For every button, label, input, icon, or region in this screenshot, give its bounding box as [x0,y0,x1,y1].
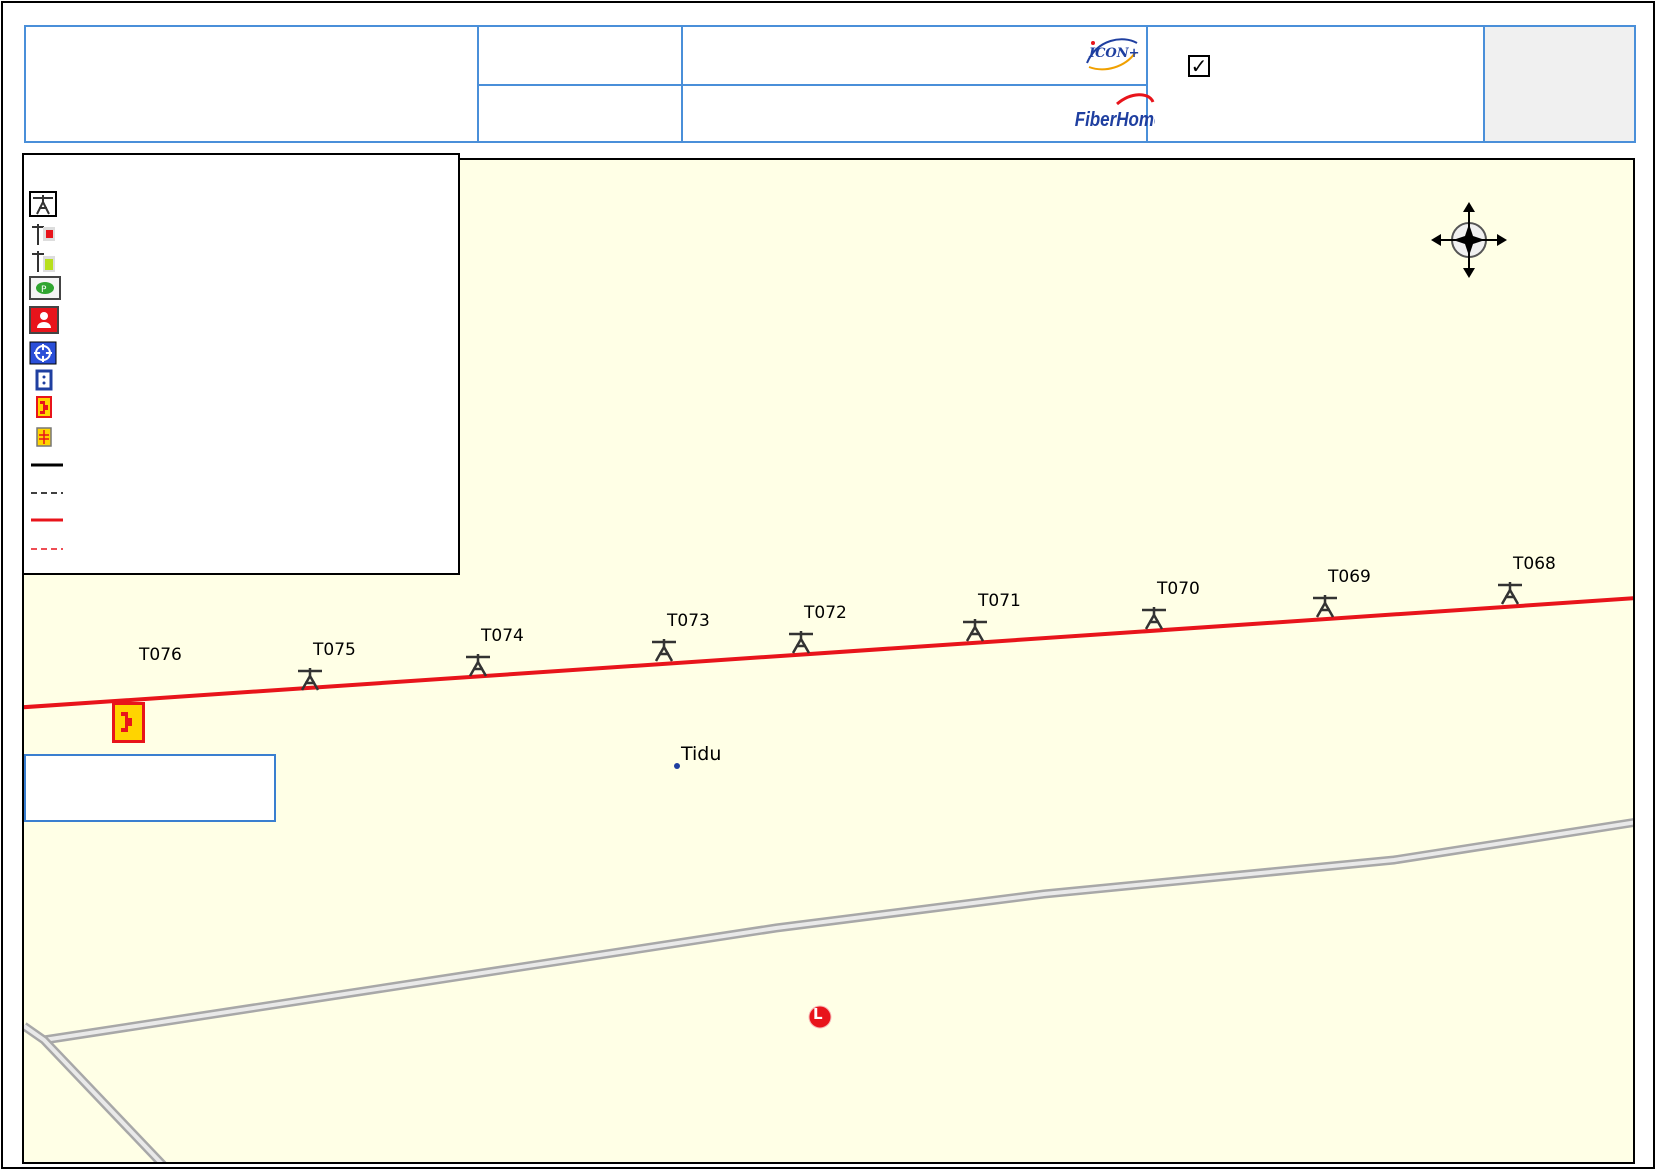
tidu-point [674,763,680,769]
title-cell-2-top [479,27,683,86]
compass-rose-icon [1431,202,1507,278]
title-cell-main [26,27,479,141]
place-label-tidu: Tidu [681,743,722,765]
pole-green-box-icon [32,251,55,272]
black-dashed-line-icon [31,492,63,494]
icon-plus-logo: ICON+ [1086,38,1140,71]
legend-panel: P [22,153,460,575]
tower-symbol-icon[interactable] [962,619,988,643]
green-oval-marker-icon: P [29,276,61,300]
tower-symbol-icon[interactable] [297,668,323,692]
red-person-marker-icon [29,306,59,334]
tower-symbol-icon[interactable] [1141,607,1167,631]
title-block: ICON+ FiberHome [24,25,1636,143]
landmark-l-letter: L [813,1005,823,1023]
black-solid-line-icon [31,463,63,467]
joint-box-marker[interactable] [112,702,145,743]
tower-label: T076 [139,645,182,665]
tower-symbol-icon[interactable] [465,654,491,678]
red-yellow-joint-box-icon [36,396,52,418]
joint-box-glyph-icon [121,712,132,732]
tower-symbol-icon[interactable] [651,639,677,663]
blue-target-marker-icon [29,341,57,365]
tower-symbol-icon[interactable] [1312,595,1338,619]
yellow-grid-box-icon [36,427,52,447]
tower-label: T073 [667,611,710,631]
svg-text:FiberHome: FiberHome [1075,108,1155,131]
blue-square-marker-icon [35,369,53,391]
title-cell-3-top: ICON+ [683,27,1148,86]
tower-label: T070 [1157,579,1200,599]
svg-text:P: P [41,285,47,295]
info-box [24,754,276,822]
pole-red-box-icon [32,224,55,245]
map-sheet: ICON+ FiberHome ✓ T076 T075 T074 T073 T0… [0,0,1656,1171]
svg-text:ICON+: ICON+ [1088,46,1140,61]
title-cell-5 [1485,27,1634,141]
tower-label: T068 [1513,554,1556,574]
road-branch [24,1022,167,1162]
title-cell-2-bottom [479,86,683,141]
tower-symbol-icon[interactable] [1497,582,1523,606]
tower-label: T075 [313,640,356,660]
title-cell-4 [1148,27,1485,141]
tower-label: T069 [1328,567,1371,587]
road-main [43,818,1633,1045]
tower-label: T074 [481,626,524,646]
tower-symbol-icon[interactable] [788,631,814,655]
red-dashed-line-icon [31,548,63,550]
tower-label: T072 [804,603,847,623]
tower-label: T071 [978,591,1021,611]
tower-symbol-icon [29,191,57,217]
red-solid-line-icon [31,518,63,522]
fiberhome-logo: FiberHome [1075,93,1155,131]
approval-checkbox[interactable]: ✓ [1188,55,1210,77]
title-cell-3-bottom: FiberHome [683,86,1155,141]
